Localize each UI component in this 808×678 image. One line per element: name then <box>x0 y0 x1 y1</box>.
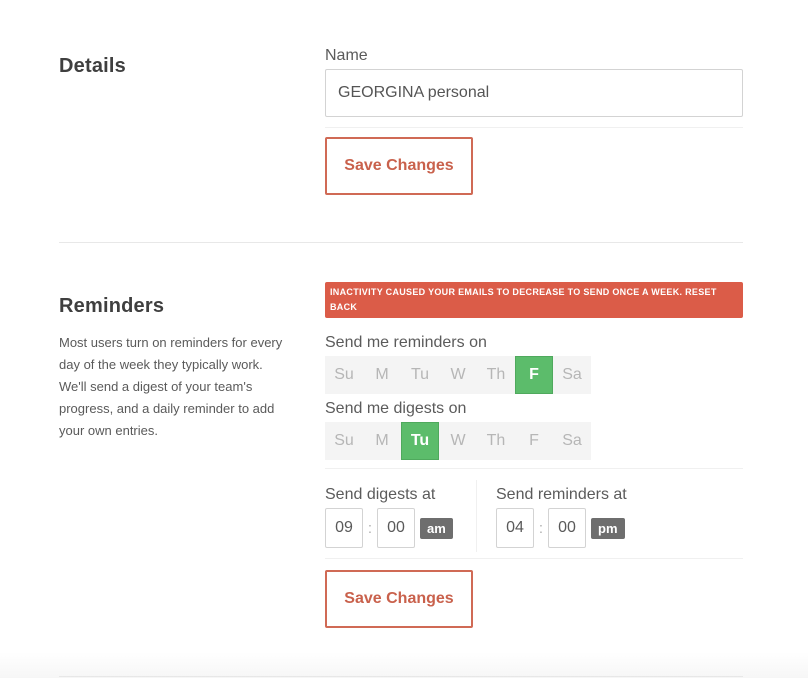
name-label: Name <box>325 47 368 64</box>
details-heading: Details <box>59 55 126 77</box>
reminder-minute-input[interactable]: 00 <box>548 508 586 548</box>
reminder-day-th[interactable]: Th <box>477 356 515 394</box>
reminder-hour-input[interactable]: 04 <box>496 508 534 548</box>
digest-day-tu[interactable]: Tu <box>401 422 439 460</box>
time-bottom-divider <box>325 558 743 559</box>
reminder-day-f[interactable]: F <box>515 356 553 394</box>
digest-days-label: Send me digests on <box>325 400 467 417</box>
digest-minute-input[interactable]: 00 <box>377 508 415 548</box>
reminders-save-button[interactable]: Save Changes <box>325 570 473 628</box>
digest-time-label: Send digests at <box>325 486 436 503</box>
time-divider <box>476 480 477 552</box>
time-colon: : <box>538 519 544 537</box>
time-colon: : <box>367 519 373 537</box>
name-input[interactable] <box>325 69 743 117</box>
digest-hour-input[interactable]: 09 <box>325 508 363 548</box>
reminder-time-label: Send reminders at <box>496 486 627 503</box>
details-save-button[interactable]: Save Changes <box>325 137 473 195</box>
reminder-day-sa[interactable]: Sa <box>553 356 591 394</box>
reminder-day-tu[interactable]: Tu <box>401 356 439 394</box>
reminder-day-m[interactable]: M <box>363 356 401 394</box>
details-form-divider <box>325 127 743 128</box>
digest-days-picker: Su M Tu W Th F Sa <box>325 422 591 460</box>
digest-day-su[interactable]: Su <box>325 422 363 460</box>
reminder-day-w[interactable]: W <box>439 356 477 394</box>
reminder-days-label: Send me reminders on <box>325 334 487 351</box>
digest-ampm-toggle[interactable]: am <box>420 517 453 539</box>
digest-day-sa[interactable]: Sa <box>553 422 591 460</box>
reminders-description: Most users turn on reminders for every d… <box>59 335 283 438</box>
reminder-day-su[interactable]: Su <box>325 356 363 394</box>
reminder-time-picker: 04 : 00 pm <box>496 508 625 548</box>
reminders-heading: Reminders <box>59 295 165 317</box>
section-divider <box>59 242 743 243</box>
digest-day-w[interactable]: W <box>439 422 477 460</box>
days-divider <box>325 468 743 469</box>
digest-day-th[interactable]: Th <box>477 422 515 460</box>
digest-day-f[interactable]: F <box>515 422 553 460</box>
scroll-shadow <box>0 652 808 678</box>
reminder-ampm-toggle[interactable]: pm <box>591 517 625 539</box>
reminder-days-picker: Su M Tu W Th F Sa <box>325 356 591 394</box>
inactivity-alert[interactable]: INACTIVITY CAUSED YOUR EMAILS TO DECREAS… <box>325 282 743 318</box>
digest-day-m[interactable]: M <box>363 422 401 460</box>
digest-time-picker: 09 : 00 am <box>325 508 453 548</box>
